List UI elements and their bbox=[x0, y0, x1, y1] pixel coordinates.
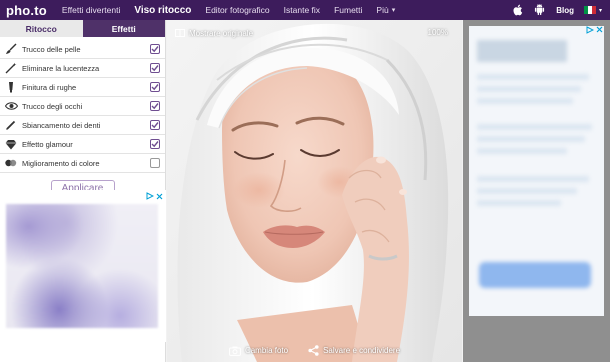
ad-image[interactable] bbox=[6, 204, 158, 328]
tool-label: Trucco delle pelle bbox=[22, 44, 81, 54]
apple-icon[interactable] bbox=[506, 0, 528, 20]
camera-icon bbox=[229, 346, 241, 356]
portrait-photo bbox=[167, 20, 462, 362]
tool-label: Eliminare la lucentezza bbox=[22, 63, 100, 73]
checkbox-eliminare-lucentezza[interactable] bbox=[150, 63, 160, 73]
tab-ritocco[interactable]: Ritocco bbox=[0, 20, 83, 37]
nav-effetti-divertenti[interactable]: Effetti divertenti bbox=[55, 0, 127, 20]
nav-editor-fotografico[interactable]: Editor fotografico bbox=[198, 0, 276, 20]
panel-tabs: Ritocco Effetti bbox=[0, 20, 165, 37]
tool-label: Sbiancamento dei denti bbox=[22, 120, 101, 130]
tool-row-finitura-rughe[interactable]: Finitura di rughe bbox=[0, 78, 165, 97]
site-logo[interactable]: pho.to bbox=[0, 3, 55, 18]
diamond-icon bbox=[4, 138, 18, 150]
adchoices-icon[interactable] bbox=[146, 192, 163, 200]
tool-label: Effetto glamour bbox=[22, 139, 73, 149]
color-circles-icon bbox=[4, 157, 18, 169]
tab-effetti[interactable]: Effetti bbox=[82, 20, 165, 37]
language-caret-icon[interactable]: ▾ bbox=[599, 7, 602, 14]
top-navigation-bar: pho.to Effetti divertenti Viso ritocco E… bbox=[0, 0, 610, 20]
zoom-level: 100% bbox=[427, 28, 448, 37]
close-icon bbox=[596, 26, 603, 33]
change-photo-button[interactable]: Cambia foto bbox=[229, 345, 288, 356]
save-share-label: Salvare e condividere bbox=[323, 346, 401, 355]
blog-link[interactable]: Blog bbox=[550, 6, 584, 15]
tool-row-effetto-glamour[interactable]: Effetto glamour bbox=[0, 135, 165, 154]
tool-label: Trucco degli occhi bbox=[22, 101, 83, 111]
right-ad-content[interactable] bbox=[469, 26, 604, 316]
left-advertisement[interactable] bbox=[0, 190, 166, 342]
eye-icon bbox=[4, 100, 18, 112]
nav-piu-label: Più bbox=[376, 5, 389, 15]
tool-row-sbiancamento-denti[interactable]: Sbiancamento dei denti bbox=[0, 116, 165, 135]
nav-fumetti[interactable]: Fumetti bbox=[327, 0, 369, 20]
photo-canvas[interactable]: Mostrare originale 100% Cambia foto Salv… bbox=[167, 20, 462, 362]
checkbox-effetto-glamour[interactable] bbox=[150, 139, 160, 149]
tool-label: Miglioramento di colore bbox=[22, 158, 100, 168]
tool-row-trucco-pelle[interactable]: Trucco delle pelle bbox=[0, 40, 165, 59]
tool-row-eliminare-lucentezza[interactable]: Eliminare la lucentezza bbox=[0, 59, 165, 78]
tool-label: Finitura di rughe bbox=[22, 82, 77, 92]
checkbox-miglioramento-colore[interactable] bbox=[150, 158, 160, 168]
tube-icon bbox=[4, 81, 18, 93]
share-icon bbox=[308, 345, 319, 356]
checkbox-sbiancamento-denti[interactable] bbox=[150, 120, 160, 130]
nav-piu[interactable]: Più ▾ bbox=[369, 0, 402, 20]
chevron-down-icon: ▾ bbox=[391, 7, 396, 14]
nav-istante-fix[interactable]: Istante fix bbox=[277, 0, 327, 20]
wand-icon bbox=[4, 62, 18, 74]
compare-icon bbox=[175, 29, 185, 37]
checkbox-trucco-occhi[interactable] bbox=[150, 101, 160, 111]
checkbox-finitura-rughe[interactable] bbox=[150, 82, 160, 92]
show-original-label: Mostrare originale bbox=[189, 28, 254, 38]
brush-icon bbox=[4, 43, 18, 55]
checkbox-trucco-pelle[interactable] bbox=[150, 44, 160, 54]
italy-flag-icon[interactable] bbox=[583, 6, 596, 14]
nav-right-group: Blog ▾ bbox=[506, 0, 610, 20]
tool-list: Trucco delle pelle Eliminare la lucentez… bbox=[0, 40, 165, 173]
change-photo-label: Cambia foto bbox=[244, 346, 289, 355]
adchoices-icon[interactable] bbox=[586, 26, 603, 34]
tool-row-trucco-occhi[interactable]: Trucco degli occhi bbox=[0, 97, 165, 116]
right-advertisement[interactable] bbox=[463, 20, 610, 362]
pen-icon bbox=[4, 119, 18, 131]
nav-viso-ritocco[interactable]: Viso ritocco bbox=[127, 0, 198, 20]
close-icon bbox=[156, 193, 163, 199]
android-icon[interactable] bbox=[528, 0, 550, 20]
tool-row-miglioramento-colore[interactable]: Miglioramento di colore bbox=[0, 154, 165, 173]
save-share-button[interactable]: Salvare e condividere bbox=[308, 345, 400, 356]
show-original-toggle[interactable]: Mostrare originale bbox=[175, 28, 253, 38]
photo-actions-bar: Cambia foto Salvare e condividere bbox=[167, 345, 462, 356]
